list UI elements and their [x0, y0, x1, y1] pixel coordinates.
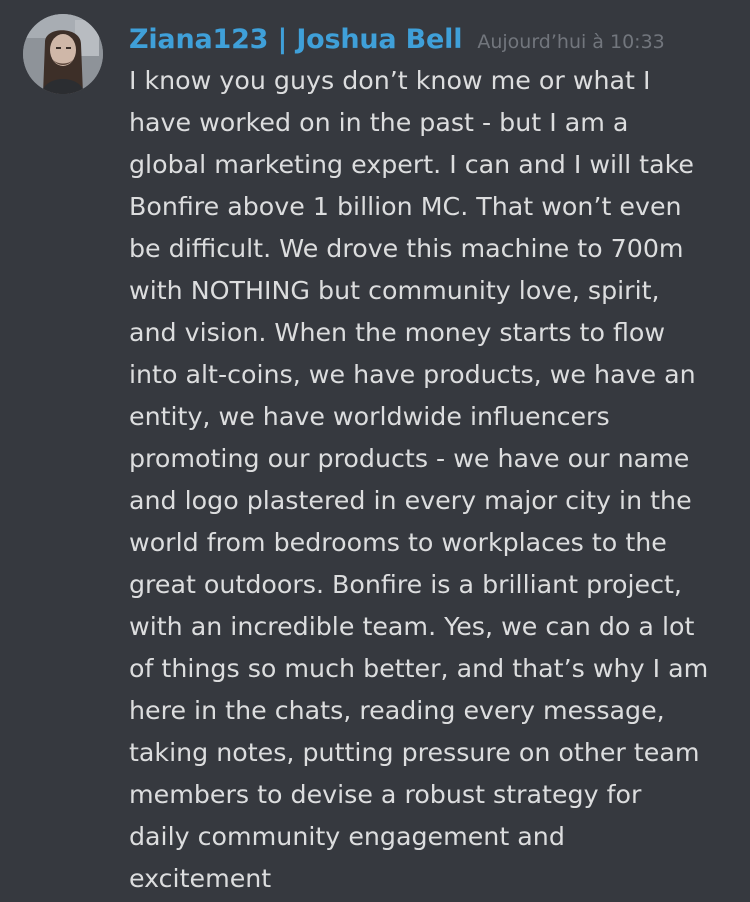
message-header: Ziana123 | Joshua Bell Aujourd’hui à 10:… [129, 22, 665, 61]
author-name[interactable]: Ziana123 | Joshua Bell [129, 24, 462, 55]
message-timestamp: Aujourd’hui à 10:33 [477, 31, 665, 53]
user-avatar-icon [23, 14, 103, 94]
avatar[interactable] [23, 14, 103, 94]
chat-message: Ziana123 | Joshua Bell Aujourd’hui à 10:… [0, 0, 750, 902]
message-content: I know you guys don’t know me or what I … [129, 66, 709, 893]
